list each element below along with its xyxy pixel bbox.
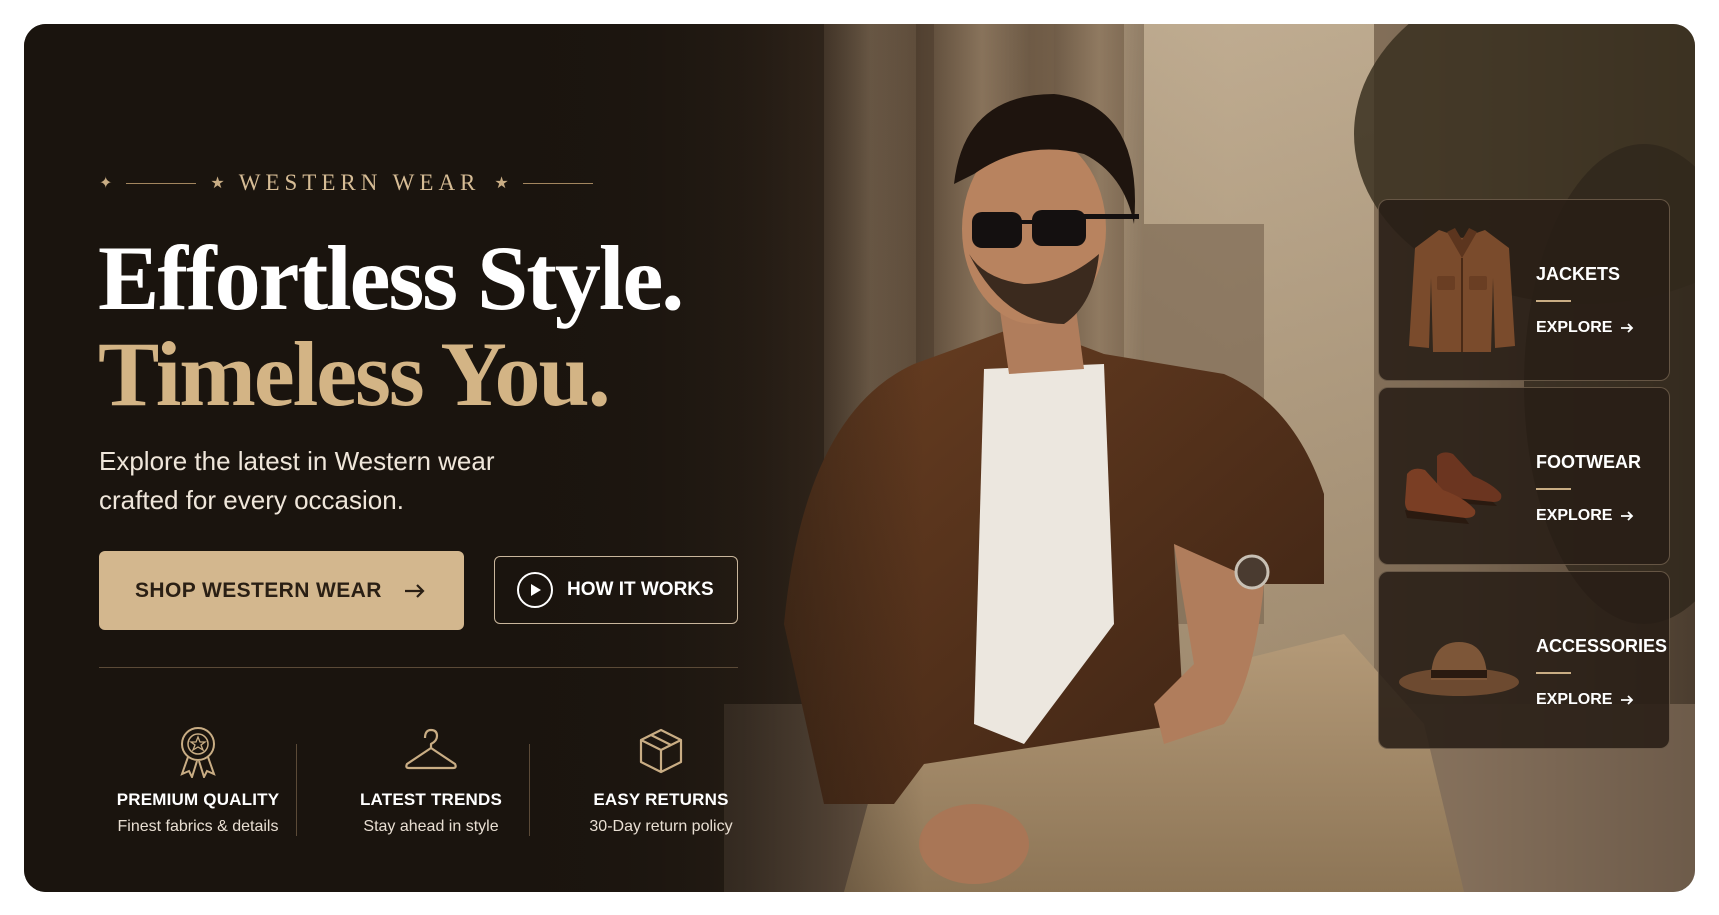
box-icon [639,728,683,774]
hero-headline: Effortless Style. Timeless You. [98,227,684,425]
arrow-right-icon [1621,323,1634,333]
divider [99,667,738,668]
feature-title: PREMIUM QUALITY [116,790,280,809]
how-it-works-button[interactable]: HOW IT WORKS [494,556,738,624]
star-icon: ★ [210,175,225,192]
feature-title: LATEST TRENDS [359,790,503,809]
explore-link[interactable]: EXPLORE [1536,319,1634,337]
category-card-jackets[interactable]: JACKETS EXPLORE [1378,199,1670,381]
feature-subtitle: 30-Day return policy [589,818,733,835]
explore-label: EXPLORE [1536,319,1613,336]
category-title: JACKETS [1536,264,1621,284]
category-card-footwear[interactable]: FOOTWEAR EXPLORE [1378,387,1670,565]
hero-subtitle: Explore the latest in Western wear craft… [99,446,495,515]
shop-button-label: SHOP WESTERN WEAR [135,578,382,602]
feature-subtitle: Finest fabrics & details [117,818,279,835]
headline-line-1: Effortless Style. [98,227,684,329]
explore-label: EXPLORE [1536,691,1613,708]
category-underline [1536,488,1571,490]
feature-premium-quality: PREMIUM QUALITY Finest fabrics & details [88,724,308,836]
category-title: ACCESSORIES [1536,636,1668,656]
award-ribbon-icon [180,727,216,778]
explore-label: EXPLORE [1536,507,1613,524]
arrow-right-icon [1621,695,1634,705]
explore-link[interactable]: EXPLORE [1536,691,1634,709]
explore-link[interactable]: EXPLORE [1536,507,1634,525]
feature-easy-returns: EASY RETURNS 30-Day return policy [551,724,771,836]
category-card-accessories[interactable]: ACCESSORIES EXPLORE [1378,571,1670,749]
category-title: FOOTWEAR [1536,452,1641,472]
overline-rule-left [126,182,197,184]
hat-image [1399,642,1519,696]
arrow-right-icon [1621,511,1634,521]
section-overline: ✦ ★ WESTERN WEAR ★ [99,170,593,196]
star-icon: ✦ [99,175,113,192]
jacket-image [1409,228,1515,352]
feature-separator [529,744,530,836]
category-underline [1536,672,1571,674]
hanger-icon [405,728,457,770]
overline-text: WESTERN WEAR [238,170,481,195]
headline-line-2: Timeless You. [98,323,611,425]
feature-subtitle: Stay ahead in style [363,818,499,835]
star-icon: ★ [494,175,509,192]
feature-title: EASY RETURNS [593,790,729,809]
feature-separator [296,744,297,836]
play-icon [517,572,553,608]
hero-banner: ✦ ★ WESTERN WEAR ★ Effortless Style. Tim… [24,24,1695,892]
feature-latest-trends: LATEST TRENDS Stay ahead in style [321,724,541,836]
arrow-right-icon [405,583,425,598]
shoes-image [1405,452,1502,524]
shop-western-wear-button[interactable]: SHOP WESTERN WEAR [99,551,464,630]
how-it-works-label: HOW IT WORKS [567,579,714,600]
category-underline [1536,300,1571,302]
overline-rule-right [522,182,593,184]
